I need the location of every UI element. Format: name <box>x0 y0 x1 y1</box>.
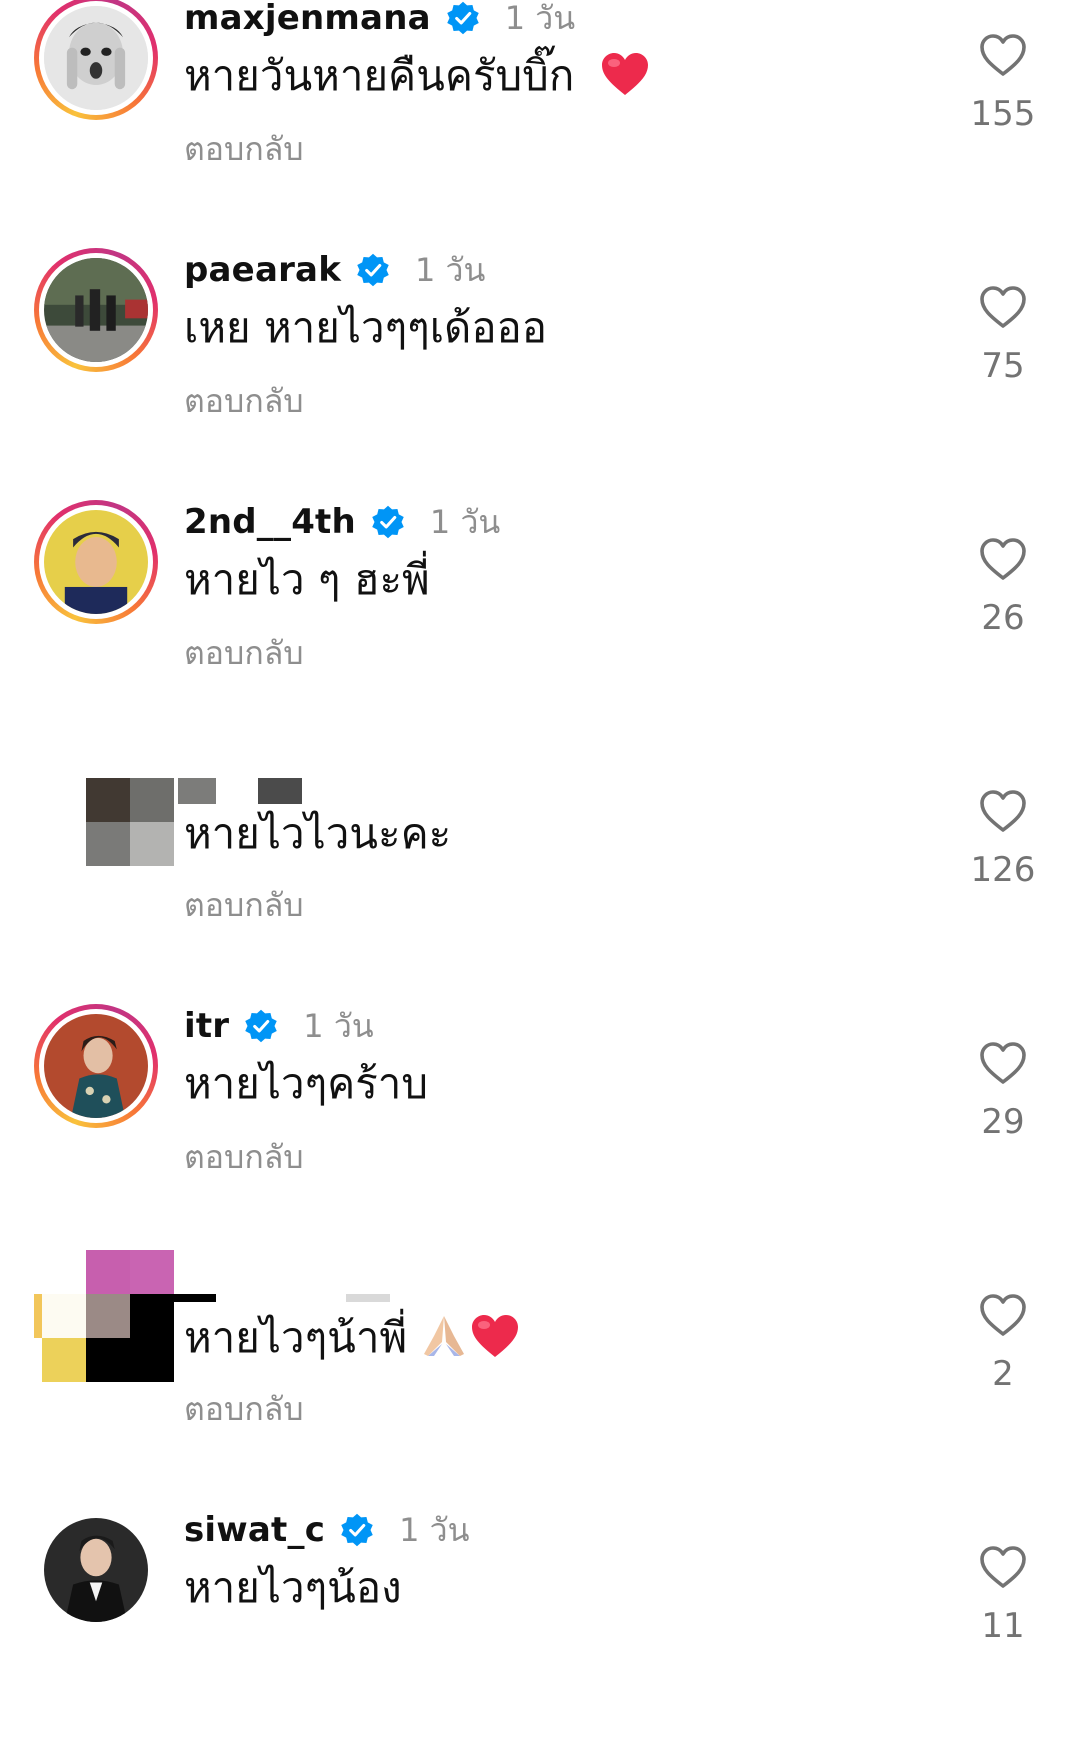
username[interactable]: 2nd__4th <box>184 502 356 542</box>
timestamp: 1 วัน <box>415 250 486 289</box>
comment-row: maxjenmana 1 วัน หายวันหายคืนครับบิ๊ก ตอ… <box>0 0 1080 246</box>
reply-button[interactable]: ตอบกลับ <box>184 376 304 427</box>
heart-icon[interactable] <box>978 1544 1028 1590</box>
heart-icon[interactable] <box>978 32 1028 78</box>
verified-badge-icon <box>357 253 389 287</box>
username[interactable]: itr <box>184 1006 229 1046</box>
verified-badge-icon <box>341 1513 373 1547</box>
username[interactable]: paearak <box>184 250 341 290</box>
comment-text: หายไว ๆ ฮะพี่ <box>184 555 430 604</box>
avatar[interactable] <box>34 500 158 624</box>
heart-icon[interactable] <box>978 788 1028 834</box>
timestamp: 1 วัน <box>429 502 501 541</box>
heart-icon[interactable] <box>978 1292 1028 1338</box>
comment-text: หายไวๆน้าพี่ <box>184 1310 520 1366</box>
comment-row: paearak 1 วัน เหย หายไวๆๆเด้อออ ตอบกลับ … <box>0 248 1080 498</box>
like-count: 29 <box>981 1102 1025 1142</box>
reply-button[interactable]: ตอบกลับ <box>184 1132 304 1183</box>
timestamp: 1 วัน <box>399 1510 470 1549</box>
verified-badge-icon <box>245 1009 278 1043</box>
comment-row: หายไวไวนะคะ ตอบกลับ 126 <box>0 752 1080 1002</box>
timestamp: 1 วัน <box>504 0 576 37</box>
reply-button[interactable]: ตอบกลับ <box>184 1384 304 1435</box>
like-count: 155 <box>970 94 1036 134</box>
comment-row: หายไวๆน้าพี่ ตอบกลับ 2 <box>0 1250 1080 1506</box>
reply-button[interactable]: ตอบกลับ <box>184 628 304 679</box>
username[interactable]: siwat_c <box>184 1510 325 1550</box>
red-heart-icon <box>601 52 648 95</box>
heart-icon[interactable] <box>978 284 1028 330</box>
comment-text: หายไวไวนะคะ <box>184 809 452 858</box>
like-count: 26 <box>981 598 1025 638</box>
avatar[interactable] <box>34 1004 158 1128</box>
username[interactable]: maxjenmana <box>184 0 431 38</box>
comment-text: หายวันหายคืนครับบิ๊ก <box>184 48 650 104</box>
like-count: 2 <box>992 1354 1014 1394</box>
comment-row: itr 1 วัน หายไวๆคร้าบ ตอบกลับ 29 <box>0 1004 1080 1254</box>
timestamp: 1 วัน <box>303 1006 374 1045</box>
red-heart-icon <box>472 1314 519 1357</box>
comment-row: 2nd__4th 1 วัน หายไว ๆ ฮะพี่ ตอบกลับ 26 <box>0 500 1080 750</box>
reply-button[interactable]: ตอบกลับ <box>184 880 304 931</box>
heart-icon[interactable] <box>978 536 1028 582</box>
reply-button[interactable]: ตอบกลับ <box>184 124 304 175</box>
like-count: 126 <box>970 850 1036 890</box>
heart-icon[interactable] <box>978 1040 1028 1086</box>
avatar[interactable] <box>34 248 158 372</box>
comment-row: siwat_c 1 วัน หายไวๆน้อง 11 <box>0 1508 1080 1758</box>
comment-text: หายไวๆน้อง <box>184 1563 402 1612</box>
like-count: 11 <box>981 1606 1025 1646</box>
like-count: 75 <box>981 346 1025 386</box>
verified-badge-icon <box>372 505 404 539</box>
avatar[interactable] <box>34 1508 158 1632</box>
comment-text: เหย หายไวๆๆเด้อออ <box>184 303 548 352</box>
comment-text: หายไวๆคร้าบ <box>184 1059 429 1108</box>
verified-badge-icon <box>447 1 479 35</box>
folded-hands-icon <box>424 1315 465 1356</box>
avatar[interactable] <box>34 0 158 120</box>
